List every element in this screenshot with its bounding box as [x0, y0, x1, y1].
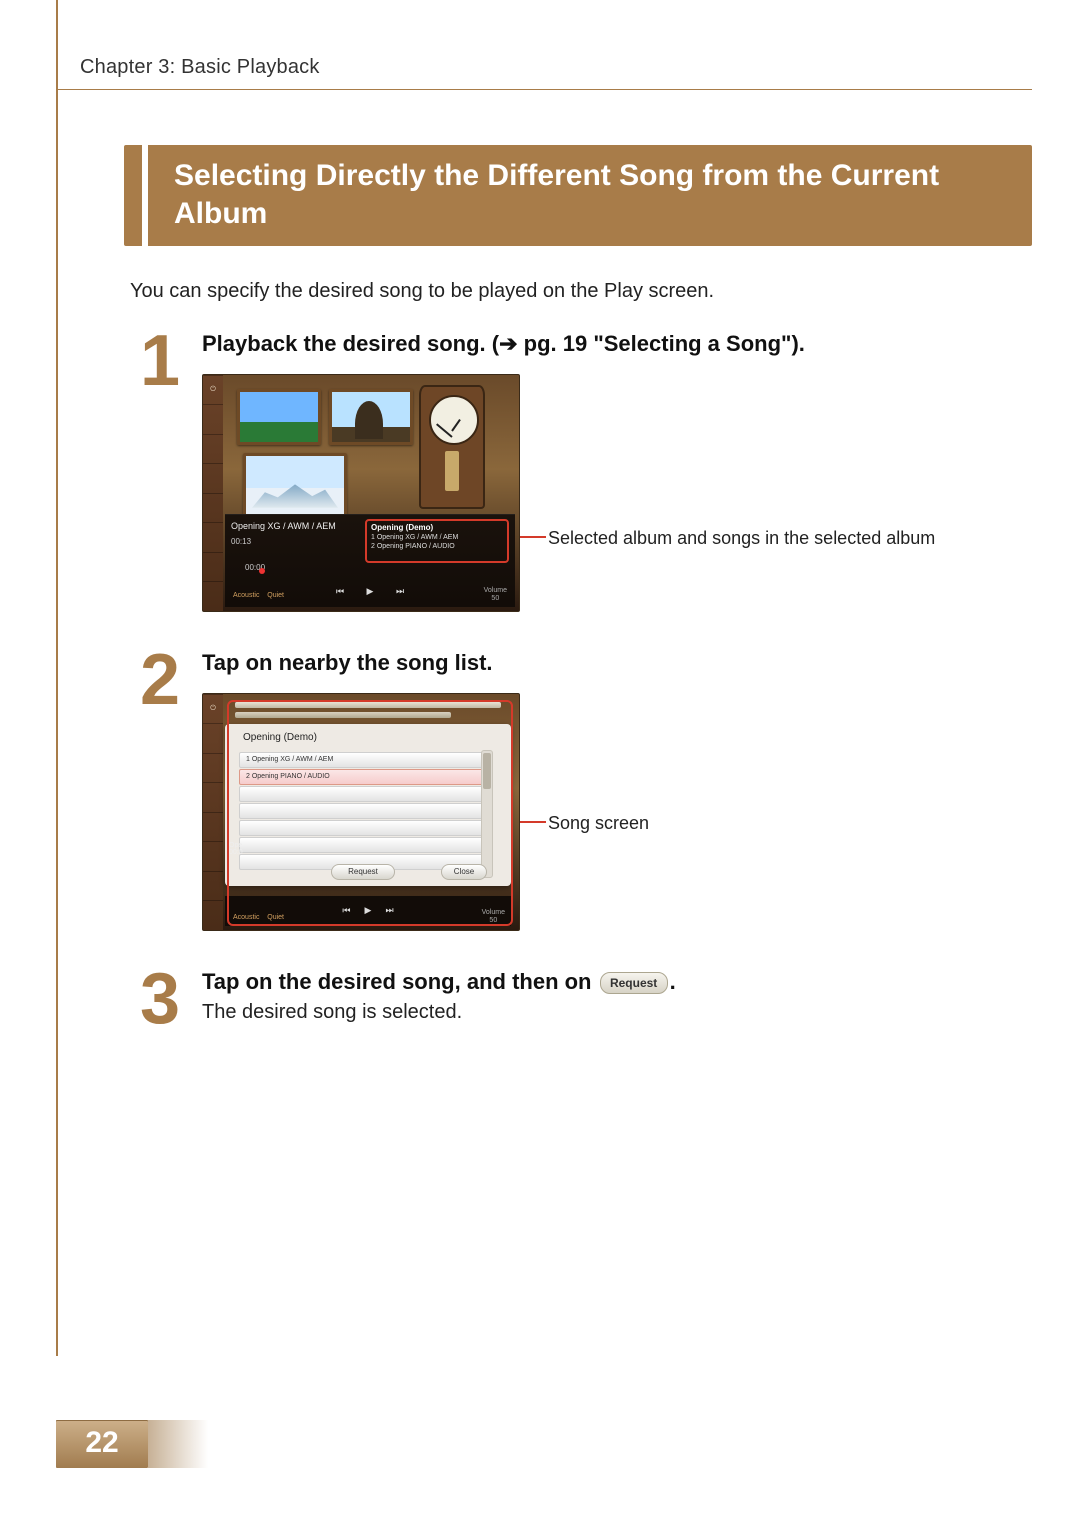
album-highlight-line2: 2 Opening PIANO / AUDIO: [371, 542, 503, 551]
wall-picture-landscape: [237, 389, 321, 445]
page-number: 22: [56, 1426, 148, 1460]
left-song-label: Ope: [229, 842, 243, 849]
prev-icon: ⏮: [332, 584, 348, 600]
wall-picture-mountains: [243, 453, 347, 517]
manual-page: Chapter 3: Basic Playback Selecting Dire…: [0, 0, 1080, 1528]
wall-picture-tree: [329, 389, 413, 445]
sidebar-power-icon: ⏻: [203, 375, 223, 405]
volume-value: 50: [482, 917, 505, 925]
step-1-number: 1: [128, 329, 192, 391]
album-highlight-line1: 1 Opening XG / AWM / AEM: [371, 533, 503, 542]
sidebar-item: [203, 404, 223, 434]
sidebar-item: [203, 723, 223, 753]
inline-request-button: Request: [600, 972, 668, 994]
sidebar-item: [203, 493, 223, 523]
step-3-title-pre: Tap on the desired song, and then on: [202, 969, 598, 994]
sidebar-item: [203, 871, 223, 901]
mode-quiet: Quiet: [267, 914, 284, 921]
sidebar-item: [203, 900, 223, 930]
song-dialog-topbar: [225, 700, 511, 722]
now-playing-label: Opening XG / AWM / AEM: [231, 521, 336, 531]
volume-label: Volume: [484, 587, 507, 595]
request-button: Request: [331, 864, 395, 880]
left-overflow-info: Ope 00:0: [229, 842, 243, 856]
topbar-stripe: [235, 702, 501, 708]
song-row: 1 Opening XG / AWM / AEM: [239, 752, 483, 768]
album-highlight-title: Opening (Demo): [371, 523, 503, 533]
play-screen-screenshot: ⏻: [202, 374, 520, 612]
song-row-empty: [239, 837, 483, 853]
play-icon: ▶: [362, 584, 378, 600]
volume-indicator: Volume 50: [482, 909, 505, 924]
album-highlight-box: Opening (Demo) 1 Opening XG / AWM / AEM …: [365, 519, 509, 563]
sidebar-item: [203, 552, 223, 582]
step-1: 1 Playback the desired song. (➔ pg. 19 "…: [128, 329, 1032, 612]
section-heading: Selecting Directly the Different Song fr…: [124, 145, 1032, 246]
song-row-empty: [239, 820, 483, 836]
screenshot-sidebar: ⏻: [203, 694, 223, 930]
step-1-callout-text: Selected album and songs in the selected…: [548, 528, 935, 548]
chapter-header: Chapter 3: Basic Playback: [80, 56, 1032, 85]
section-title: Selecting Directly the Different Song fr…: [148, 145, 1032, 246]
sidebar-item: [203, 753, 223, 783]
close-button: Close: [441, 864, 487, 880]
sidebar-item: [203, 812, 223, 842]
step-2-number: 2: [128, 648, 192, 710]
step-2: 2 Tap on nearby the song list. ⏻: [128, 648, 1032, 931]
volume-indicator: Volume 50: [484, 587, 507, 602]
clock-hour-hand: [451, 419, 461, 432]
page-number-block: 22: [56, 1420, 148, 1468]
step-2-callout: Song screen: [548, 811, 649, 835]
step-3-title: Tap on the desired song, and then on Req…: [202, 967, 1032, 998]
elapsed-time: 00:13: [231, 537, 251, 546]
song-screen-screenshot: ⏻ Opening (Demo) 1: [202, 693, 520, 931]
play-icon: ▶: [365, 905, 372, 916]
mode-labels: Acoustic Quiet: [233, 914, 284, 921]
next-icon: ⏭: [392, 584, 408, 600]
topbar-stripe: [235, 712, 451, 718]
section-tab: [124, 145, 142, 246]
left-time-label: 00:0: [229, 849, 243, 856]
sidebar-item: [203, 581, 223, 611]
volume-value: 50: [484, 595, 507, 603]
next-icon: ⏭: [385, 905, 393, 916]
song-row-empty: [239, 786, 483, 802]
sidebar-item: [203, 841, 223, 871]
playback-controls: ⏮ ▶ ⏭: [225, 896, 511, 926]
record-indicator-icon: [259, 568, 265, 574]
mode-acoustic: Acoustic: [233, 914, 259, 921]
screenshot-sidebar: ⏻: [203, 375, 223, 611]
song-list-scrollbar: [481, 750, 493, 878]
sidebar-item: [203, 434, 223, 464]
callout-leader-line: [520, 821, 546, 823]
step-2-title: Tap on nearby the song list.: [202, 648, 1032, 679]
sidebar-item: [203, 463, 223, 493]
volume-label: Volume: [482, 909, 505, 917]
play-panel: Opening XG / AWM / AEM 00:13 00:00 Openi…: [225, 514, 515, 607]
sidebar-power-icon: ⏻: [203, 694, 223, 724]
step-1-callout: Selected album and songs in the selected…: [548, 526, 935, 550]
step-1-title: Playback the desired song. (➔ pg. 19 "Se…: [202, 329, 1032, 360]
wall-clock-icon: [419, 385, 485, 509]
step-2-callout-text: Song screen: [548, 813, 649, 833]
step-3: 3 Tap on the desired song, and then on R…: [128, 967, 1032, 1029]
step-3-title-post: .: [670, 969, 676, 994]
song-list-title: Opening (Demo): [243, 732, 317, 743]
playback-controls: ⏮ ▶ ⏭: [225, 577, 515, 607]
song-row-empty: [239, 803, 483, 819]
left-margin-rule: [56, 0, 58, 1356]
sidebar-item: [203, 782, 223, 812]
sidebar-item: [203, 522, 223, 552]
prev-icon: ⏮: [342, 905, 350, 916]
intro-paragraph: You can specify the desired song to be p…: [130, 280, 1032, 303]
step-3-note: The desired song is selected.: [202, 1001, 1032, 1024]
chapter-underline: [56, 89, 1032, 90]
callout-leader-line: [520, 536, 546, 538]
song-row-selected: 2 Opening PIANO / AUDIO: [239, 769, 483, 785]
step-3-number: 3: [128, 967, 192, 1029]
